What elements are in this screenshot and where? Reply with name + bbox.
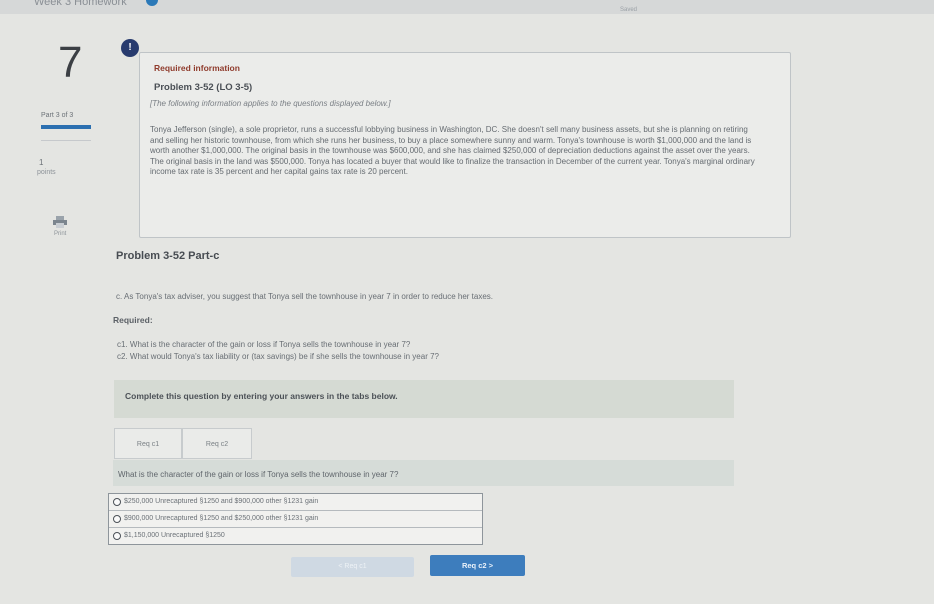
- problem-title: Problem 3-52 (LO 3-5): [154, 82, 253, 93]
- print-icon[interactable]: [53, 215, 67, 228]
- saved-status: Saved: [620, 7, 638, 13]
- answer-option-label[interactable]: $250,000 Unrecaptured §1250 and $900,000…: [124, 498, 318, 505]
- answer-option[interactable]: $1,150,000 Unrecaptured §1250: [109, 528, 482, 545]
- answer-option[interactable]: $250,000 Unrecaptured §1250 and $900,000…: [109, 494, 482, 511]
- radio-button[interactable]: [113, 498, 121, 506]
- instruction-text: Complete this question by entering your …: [125, 391, 398, 401]
- part-indicator: Part 3 of 3: [41, 112, 74, 119]
- problem-paragraph: Tonya Jefferson (single), a sole proprie…: [150, 125, 755, 176]
- part-c-text: c. As Tonya's tax adviser, you suggest t…: [116, 292, 494, 301]
- question-text: What is the character of the gain or los…: [118, 470, 399, 479]
- radio-button[interactable]: [113, 532, 121, 540]
- required-label: Required:: [113, 315, 153, 325]
- requirement-c2: c2. What would Tonya's tax liability or …: [117, 352, 439, 361]
- part-progress-bar: [41, 125, 91, 129]
- requirement-c1: c1. What is the character of the gain or…: [117, 340, 411, 349]
- info-icon[interactable]: [146, 0, 158, 6]
- next-req-button[interactable]: Req c2 >: [430, 555, 525, 576]
- part-title: Problem 3-52 Part-c: [116, 250, 220, 262]
- tab-req-c2[interactable]: Req c2: [182, 428, 252, 459]
- assignment-title: Week 3 Homework: [34, 0, 127, 8]
- tab-strip: Req c1 Req c2: [114, 428, 734, 461]
- sidebar-divider: [41, 140, 91, 141]
- answer-option-label[interactable]: $900,000 Unrecaptured §1250 and $250,000…: [124, 515, 318, 522]
- answer-option[interactable]: $900,000 Unrecaptured §1250 and $250,000…: [109, 511, 482, 528]
- top-bar: Week 3 Homework Saved: [0, 0, 934, 14]
- question-row: What is the character of the gain or los…: [113, 460, 734, 486]
- radio-button[interactable]: [113, 515, 121, 523]
- required-info-heading: Required information: [154, 63, 240, 73]
- answer-option-label[interactable]: $1,150,000 Unrecaptured §1250: [124, 532, 225, 539]
- required-information-box: Required information Problem 3-52 (LO 3-…: [139, 52, 791, 238]
- print-label[interactable]: Print: [54, 231, 66, 237]
- answer-options: $250,000 Unrecaptured §1250 and $900,000…: [108, 493, 483, 545]
- question-number: 7: [58, 38, 83, 87]
- tab-req-c1[interactable]: Req c1: [114, 428, 182, 459]
- alert-icon: !: [121, 39, 139, 57]
- info-note: [The following information applies to th…: [150, 99, 391, 108]
- prev-req-button[interactable]: < Req c1: [291, 557, 414, 577]
- instruction-banner: Complete this question by entering your …: [114, 380, 734, 418]
- points-label: points: [37, 169, 56, 176]
- points-value: 1: [39, 158, 44, 167]
